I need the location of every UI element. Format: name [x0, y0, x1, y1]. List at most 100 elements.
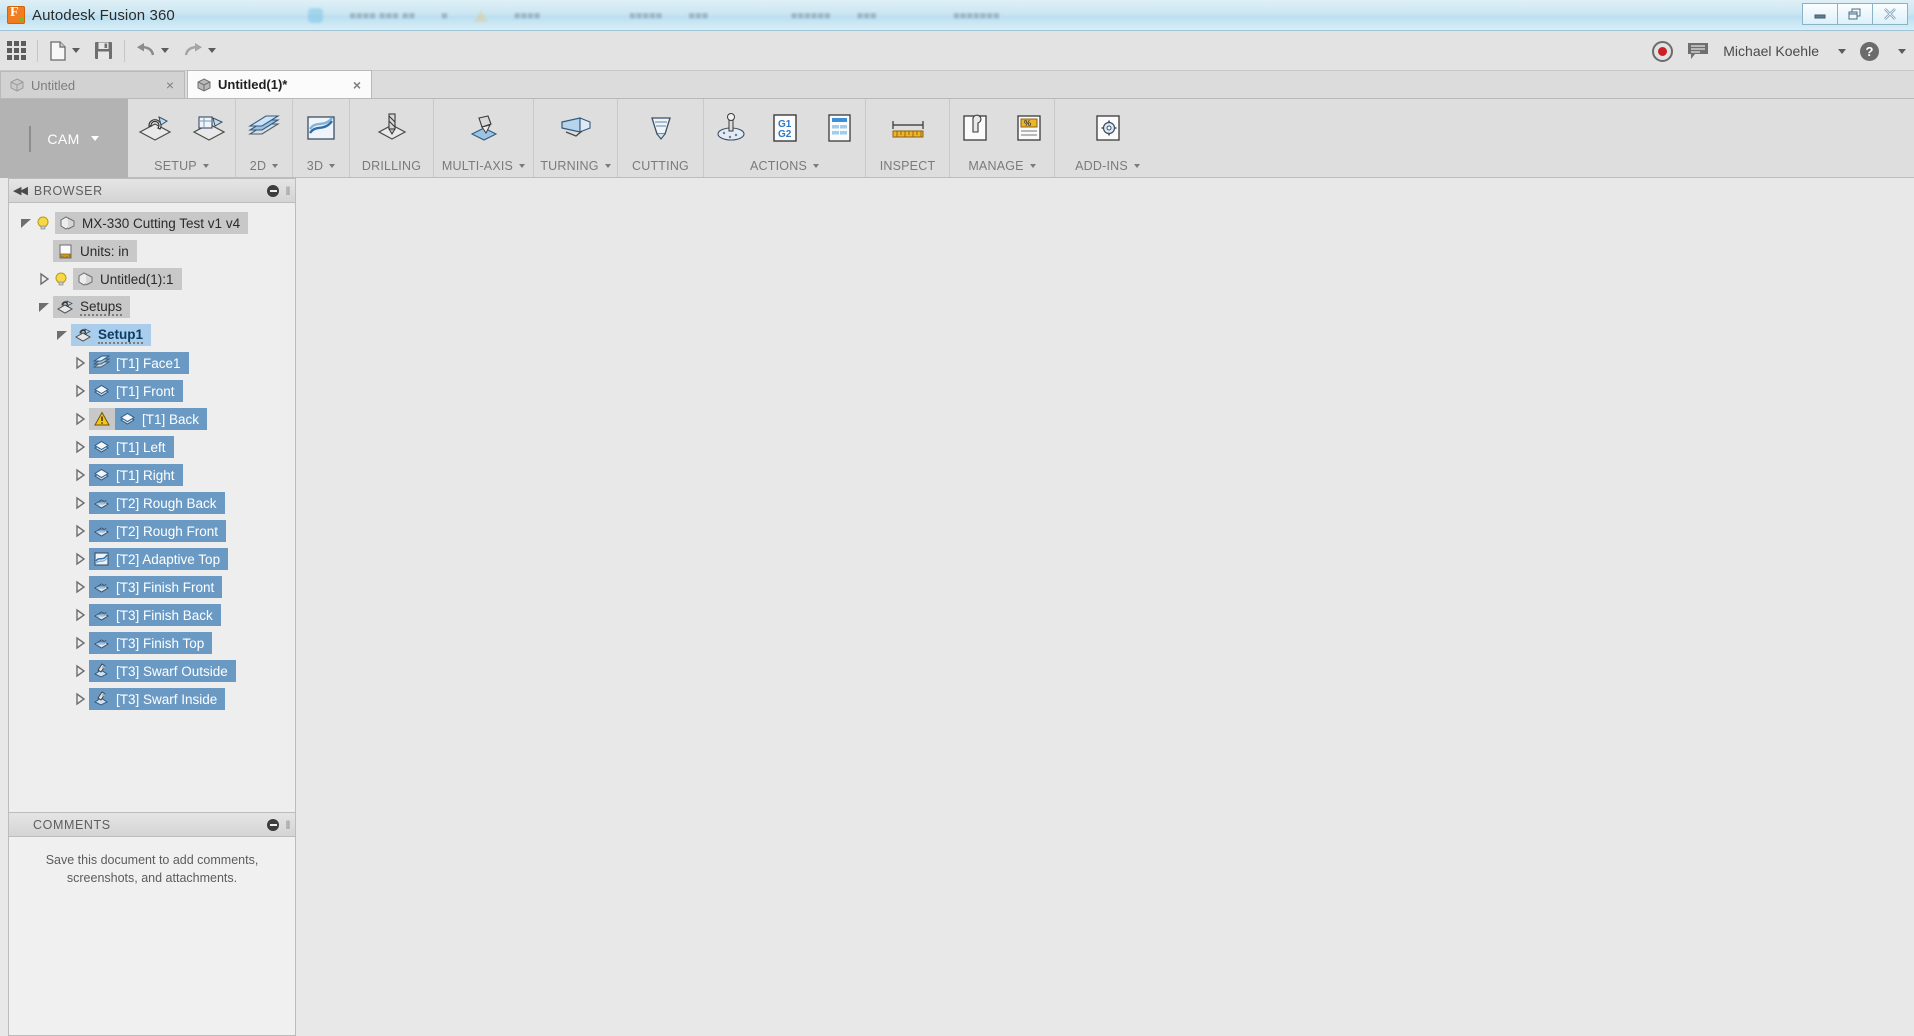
collapse-left-icon[interactable]: ◀◀ [13, 184, 26, 197]
doc-tab-untitled-1[interactable]: Untitled(1)* × [187, 70, 372, 98]
new-file-button[interactable] [42, 31, 87, 71]
drilling-icon[interactable] [365, 105, 419, 151]
save-button[interactable] [87, 31, 120, 71]
tree-item[interactable]: [T1] Face1 [9, 349, 295, 377]
ribbon-group-label-inspect[interactable]: INSPECT [880, 159, 936, 173]
restore-button[interactable] [1837, 3, 1873, 25]
tree-item-chip[interactable]: [T1] Left [89, 436, 174, 458]
twisty-collapsed-icon[interactable] [71, 411, 89, 428]
tree-item[interactable]: MX-330 Cutting Test v1 v4 [9, 209, 295, 237]
tree-item[interactable]: Untitled(1):1 [9, 265, 295, 293]
tree-item[interactable]: [T3] Swarf Outside [9, 657, 295, 685]
twisty-expanded-icon[interactable] [35, 299, 53, 316]
chat-icon[interactable] [1687, 42, 1709, 61]
close-icon[interactable]: × [166, 78, 174, 92]
twisty-collapsed-icon[interactable] [71, 607, 89, 624]
tree-item[interactable]: [T2] Rough Front [9, 517, 295, 545]
twisty-collapsed-icon[interactable] [71, 383, 89, 400]
turning-icon[interactable] [549, 105, 603, 151]
tree-item[interactable]: [T2] Adaptive Top [9, 545, 295, 573]
twisty-collapsed-icon[interactable] [71, 663, 89, 680]
tree-item-chip[interactable]: [T2] Adaptive Top [89, 548, 228, 570]
ribbon-group-label-manage[interactable]: MANAGE [968, 159, 1035, 173]
tree-item[interactable]: [T2] Rough Back [9, 489, 295, 517]
data-panel-button[interactable] [0, 31, 33, 71]
close-icon[interactable]: × [353, 78, 361, 92]
tree-item[interactable]: [T3] Finish Back [9, 601, 295, 629]
help-icon[interactable]: ? [1860, 42, 1879, 61]
tree-item-chip[interactable]: Setups [53, 296, 130, 318]
tree-item-chip[interactable]: [T3] Finish Back [89, 604, 221, 626]
light-bulb-icon[interactable] [35, 215, 52, 232]
twisty-collapsed-icon[interactable] [71, 635, 89, 652]
setup-folder-icon[interactable] [182, 105, 236, 151]
ribbon-group-label-actions[interactable]: ACTIONS [750, 159, 819, 173]
tree-item-chip[interactable]: [T2] Rough Front [89, 520, 226, 542]
redo-button[interactable] [176, 31, 223, 71]
setup-sheet-icon[interactable] [812, 105, 866, 151]
tree-item[interactable]: [T1] Front [9, 377, 295, 405]
toolpath-3d-icon[interactable] [294, 105, 348, 151]
tree-item[interactable]: [T3] Finish Front [9, 573, 295, 601]
undo-button[interactable] [129, 31, 176, 71]
user-name-label[interactable]: Michael Koehle [1723, 43, 1819, 59]
minus-icon[interactable] [267, 185, 279, 197]
tree-item-chip[interactable]: [T3] Finish Top [89, 632, 212, 654]
setup-new-icon[interactable] [128, 105, 182, 151]
resize-grip[interactable]: ‖ [285, 184, 291, 198]
tree-item[interactable]: Units: in [9, 237, 295, 265]
tree-item-chip[interactable]: [T1] Right [89, 464, 183, 486]
tree-item-chip[interactable]: [T1] Face1 [89, 352, 189, 374]
tree-item[interactable]: Setup1 [9, 321, 295, 349]
tree-item[interactable]: [T1] Right [9, 461, 295, 489]
ribbon-group-label-2d[interactable]: 2D [250, 159, 278, 173]
doc-tab-untitled[interactable]: Untitled × [0, 71, 185, 98]
ribbon-group-label-drilling[interactable]: DRILLING [362, 159, 421, 173]
tree-item[interactable]: [T1] Left [9, 433, 295, 461]
chevron-down-icon[interactable] [1898, 49, 1906, 54]
workspace-switcher-cam[interactable]: CAM [0, 99, 128, 178]
tool-library-icon[interactable] [948, 105, 1002, 151]
tree-item[interactable]: [T3] Swarf Inside [9, 685, 295, 713]
chevron-down-icon[interactable] [1838, 49, 1846, 54]
ribbon-group-label-turning[interactable]: TURNING [540, 159, 610, 173]
multi-axis-icon[interactable] [457, 105, 511, 151]
tree-item[interactable]: [T3] Finish Top [9, 629, 295, 657]
tree-item-chip[interactable]: [T3] Swarf Inside [89, 688, 225, 710]
machine-library-icon[interactable]: % [1002, 105, 1056, 151]
tree-item-chip[interactable]: [T1] Back [115, 408, 207, 430]
twisty-collapsed-icon[interactable] [71, 439, 89, 456]
twisty-collapsed-icon[interactable] [71, 495, 89, 512]
tree-item-chip[interactable]: [T3] Finish Front [89, 576, 222, 598]
twisty-collapsed-icon[interactable] [71, 355, 89, 372]
minus-icon[interactable] [267, 819, 279, 831]
twisty-collapsed-icon[interactable] [71, 579, 89, 596]
twisty-collapsed-icon[interactable] [71, 523, 89, 540]
post-process-g1-g2-icon[interactable]: G1 G2 [758, 105, 812, 151]
screen-record-icon[interactable] [1652, 41, 1673, 62]
ribbon-group-label-3d[interactable]: 3D [307, 159, 335, 173]
twisty-collapsed-icon[interactable] [35, 271, 53, 288]
view-cube[interactable]: X Y Z TOP FRONT RIGHT [1772, 276, 1904, 388]
tree-item-chip[interactable]: Untitled(1):1 [73, 268, 182, 290]
tree-item[interactable]: Setups [9, 293, 295, 321]
ribbon-group-label-multi-axis[interactable]: MULTI-AXIS [442, 159, 525, 173]
twisty-expanded-icon[interactable] [53, 327, 71, 344]
twisty-collapsed-icon[interactable] [71, 691, 89, 708]
tree-item-chip[interactable]: [T2] Rough Back [89, 492, 225, 514]
add-ins-gear-icon[interactable] [1081, 105, 1135, 151]
cutting-icon[interactable] [634, 105, 688, 151]
tree-item-chip[interactable]: [T3] Swarf Outside [89, 660, 236, 682]
tree-item-chip[interactable]: Setup1 [71, 324, 151, 346]
light-bulb-icon[interactable] [53, 271, 70, 288]
measure-ruler-icon[interactable] [881, 105, 935, 151]
twisty-collapsed-icon[interactable] [71, 551, 89, 568]
simulate-icon[interactable] [704, 105, 758, 151]
twisty-expanded-icon[interactable] [17, 215, 35, 232]
close-button[interactable] [1872, 3, 1908, 25]
ribbon-group-label-setup[interactable]: SETUP [154, 159, 209, 173]
ribbon-group-label-cutting[interactable]: CUTTING [632, 159, 689, 173]
toolpath-2d-icon[interactable] [237, 105, 291, 151]
resize-grip[interactable]: ‖ [285, 818, 291, 832]
tree-item[interactable]: [T1] Back [9, 405, 295, 433]
